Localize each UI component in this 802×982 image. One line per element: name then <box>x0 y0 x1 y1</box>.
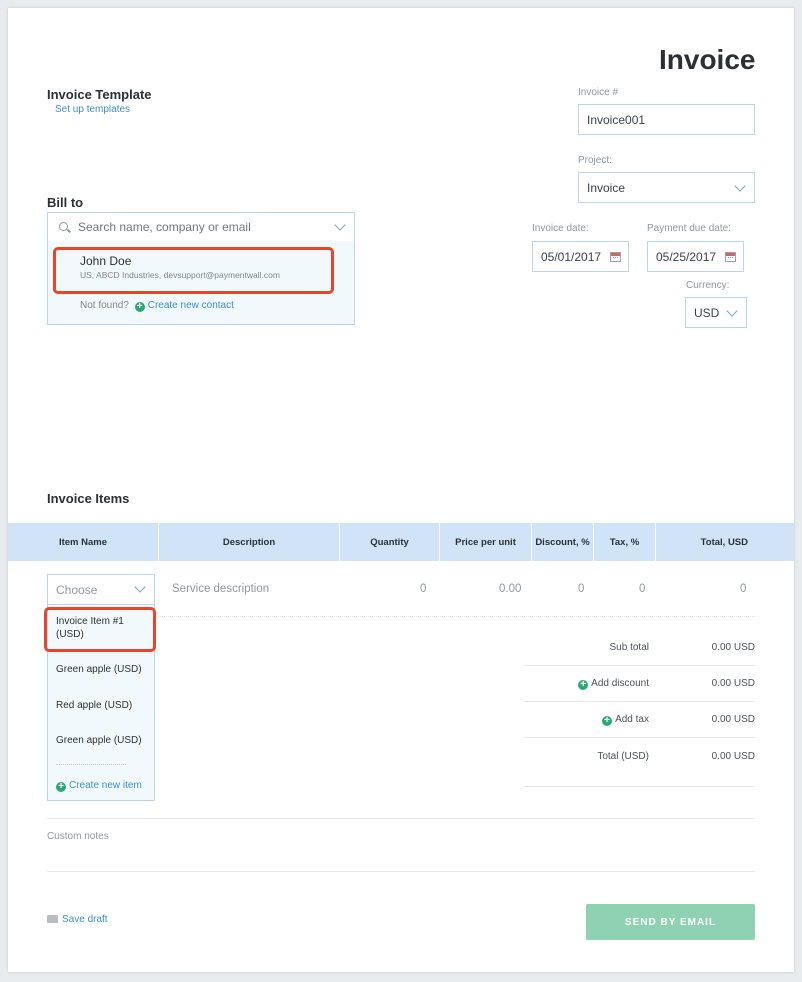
column-header: Quantity <box>340 523 440 561</box>
total-label: Total (USD) <box>597 751 649 762</box>
currency-select[interactable]: USD <box>685 297 747 328</box>
chevron-down-icon <box>334 219 346 231</box>
total-summary-value: 0.00 USD <box>711 751 755 762</box>
items-table-header: Item Name Description Quantity Price per… <box>8 523 794 561</box>
dropdown-item[interactable]: Green apple (USD) <box>56 664 142 675</box>
quantity-input[interactable]: 0 <box>420 583 426 595</box>
chevron-down-icon <box>734 180 746 192</box>
calendar-icon[interactable] <box>725 252 736 262</box>
bill-to-search-input[interactable]: Search name, company or email <box>47 212 355 242</box>
create-item-link[interactable]: Create new item <box>69 780 142 791</box>
item-name-select[interactable]: Choose <box>47 574 155 605</box>
subtotal-value: 0.00 USD <box>711 642 755 653</box>
description-input[interactable]: Service description <box>172 583 269 595</box>
invoice-number-value: Invoice001 <box>587 112 646 127</box>
project-select[interactable]: Invoice <box>578 172 755 203</box>
tax-row: + Add tax 0.00 USD <box>524 702 755 738</box>
notes-divider-top <box>47 818 755 819</box>
discount-row: + Add discount 0.00 USD <box>524 666 755 702</box>
tax-input[interactable]: 0 <box>639 583 645 595</box>
not-found-text: Not found? <box>80 300 129 311</box>
invoice-date-value: 05/01/2017 <box>541 249 602 264</box>
invoice-date-label: Invoice date: <box>532 223 589 234</box>
save-draft-label: Save draft <box>62 914 108 925</box>
column-header: Discount, % <box>532 523 594 561</box>
highlight-item <box>44 607 156 652</box>
due-date-input[interactable]: 05/25/2017 <box>647 241 744 272</box>
due-date-label: Payment due date: <box>647 223 731 234</box>
create-contact-link[interactable]: Create new contact <box>148 300 234 311</box>
invoice-date-input[interactable]: 05/01/2017 <box>532 241 629 272</box>
notes-divider-bottom <box>47 871 755 872</box>
add-tax-label: Add tax <box>615 714 649 725</box>
invoice-items-heading: Invoice Items <box>47 491 130 506</box>
chevron-down-icon <box>726 305 738 317</box>
total-row: Total (USD) 0.00 USD <box>524 739 755 787</box>
bill-to-heading: Bill to <box>47 195 84 210</box>
subtotal-row: Sub total 0.00 USD <box>524 630 755 666</box>
currency-label: Currency: <box>686 280 730 291</box>
calendar-icon[interactable] <box>610 252 621 262</box>
add-tax-button[interactable]: + Add tax <box>602 714 649 726</box>
discount-input[interactable]: 0 <box>578 583 584 595</box>
page-title: Invoice <box>659 44 756 75</box>
bill-to-search-placeholder: Search name, company or email <box>78 220 251 234</box>
send-by-email-button[interactable]: SEND BY EMAIL <box>586 904 755 940</box>
add-discount-button[interactable]: + Add discount <box>578 678 649 690</box>
project-label: Project: <box>578 155 612 166</box>
highlight-contact <box>53 247 334 294</box>
invoice-number-input[interactable]: Invoice001 <box>578 104 755 135</box>
discount-value: 0.00 USD <box>711 678 755 689</box>
dropdown-item[interactable]: Green apple (USD) <box>56 735 142 746</box>
due-date-value: 05/25/2017 <box>656 249 717 264</box>
chevron-down-icon <box>134 581 146 593</box>
subtotal-label: Sub total <box>609 642 649 653</box>
invoice-number-label: Invoice # <box>578 87 619 98</box>
not-found-row: Not found? + Create new contact <box>80 300 234 312</box>
total-value: 0 <box>740 583 747 595</box>
custom-notes-input[interactable]: Custom notes <box>47 831 109 842</box>
search-icon-handle <box>67 228 71 233</box>
row-divider <box>155 616 755 617</box>
plus-circle-icon: + <box>602 716 613 726</box>
plus-circle-icon: + <box>134 302 145 312</box>
column-header: Price per unit <box>440 523 532 561</box>
template-heading: Invoice Template <box>47 87 152 102</box>
invoice-card: Invoice Invoice Template Set up template… <box>8 8 794 972</box>
setup-templates-link[interactable]: Set up templates <box>55 104 130 115</box>
column-header: Item Name <box>8 523 159 561</box>
tax-value: 0.00 USD <box>711 714 755 725</box>
plus-circle-icon: + <box>578 680 589 690</box>
dropdown-item[interactable]: Red apple (USD) <box>56 700 132 711</box>
column-header: Description <box>159 523 340 561</box>
folder-icon <box>47 915 58 923</box>
project-value: Invoice <box>587 180 626 195</box>
column-header: Total, USD <box>700 536 748 548</box>
column-header: Tax, % <box>594 523 656 561</box>
item-name-placeholder: Choose <box>56 582 98 597</box>
dropdown-scroll-cutoff <box>56 764 126 768</box>
price-input[interactable]: 0.00 <box>499 583 521 595</box>
save-draft-button[interactable]: Save draft <box>47 914 108 925</box>
plus-circle-icon: + <box>56 782 66 792</box>
currency-value: USD <box>694 305 720 320</box>
create-item-row[interactable]: + Create new item <box>56 780 142 792</box>
add-discount-label: Add discount <box>591 678 649 689</box>
